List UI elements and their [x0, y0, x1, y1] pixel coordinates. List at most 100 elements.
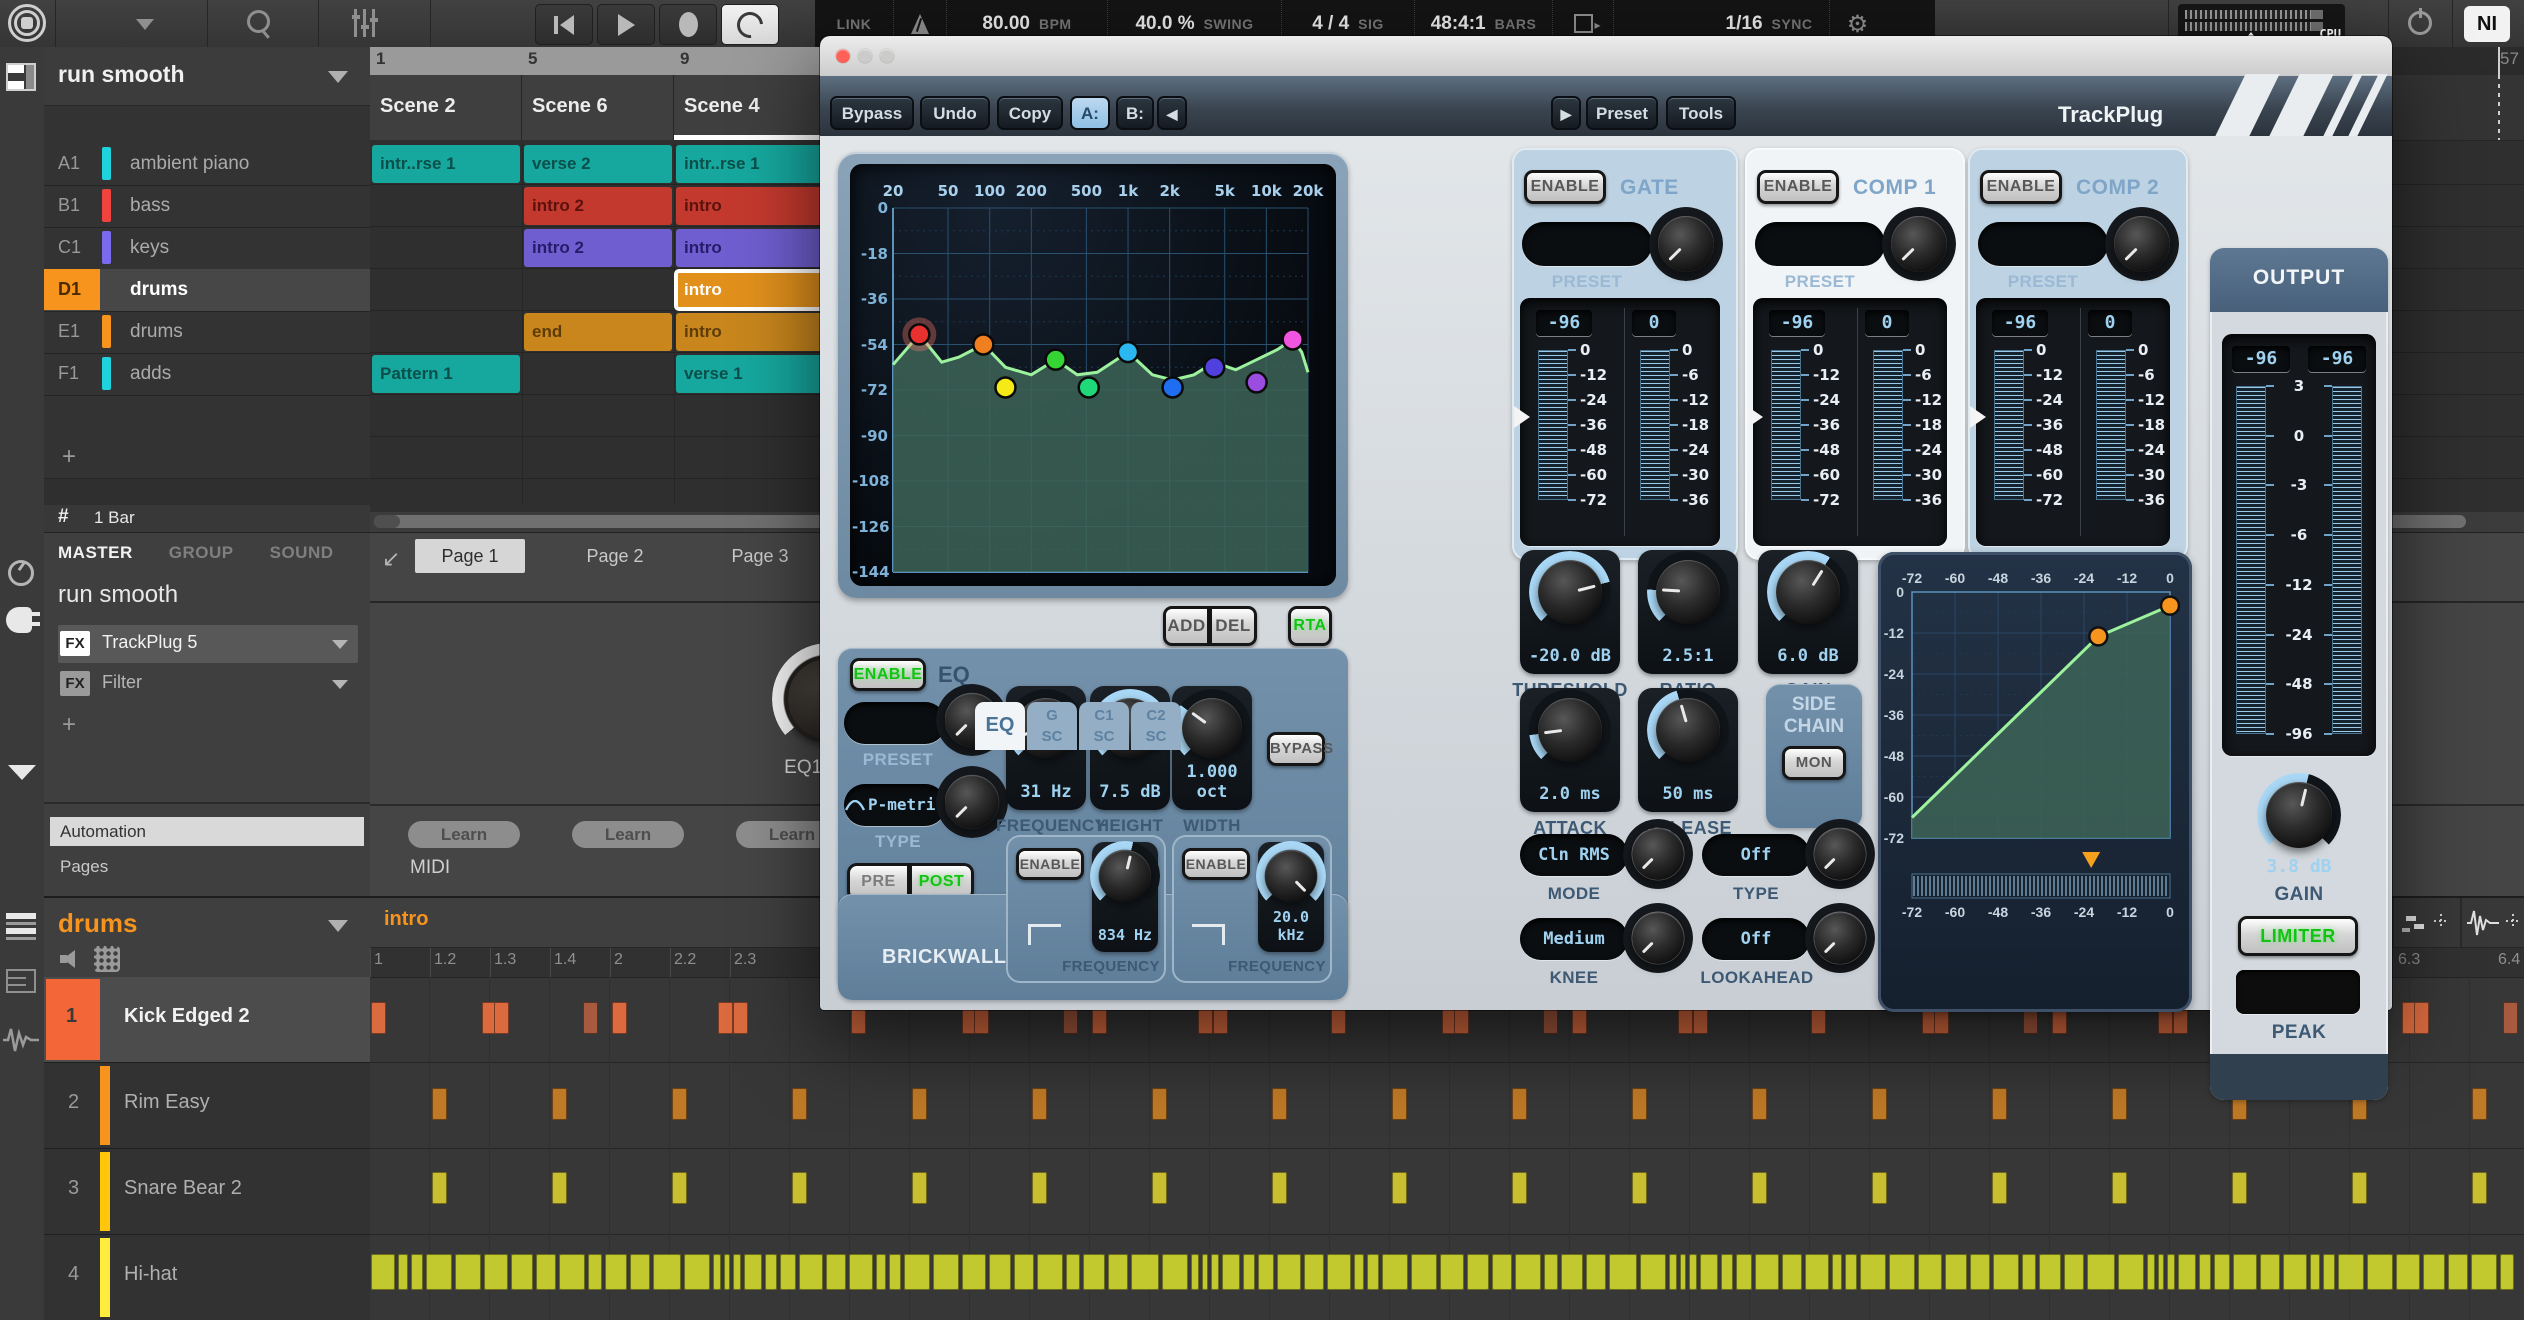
hihat-note[interactable]	[1211, 1254, 1219, 1290]
hihat-note[interactable]	[733, 1254, 741, 1290]
mode-knob[interactable]	[1632, 828, 1684, 880]
lp-frequency-knob[interactable]	[1265, 850, 1317, 902]
page-tab[interactable]: Page 3	[705, 539, 815, 573]
eq-tab-gsc[interactable]: G SC	[1027, 702, 1077, 750]
sidechain-mon-button[interactable]: MON	[1782, 746, 1846, 780]
comp1-enable-button[interactable]: ENABLE	[1757, 170, 1839, 204]
threshold-slider-arrow[interactable]	[1970, 406, 1986, 428]
channel-list-item-pages[interactable]: Pages	[50, 852, 364, 881]
comp2-enable-button[interactable]: ENABLE	[1980, 170, 2062, 204]
maschine-logo-icon[interactable]	[8, 4, 46, 42]
rim-note[interactable]	[1512, 1088, 1527, 1120]
hihat-note[interactable]	[1367, 1254, 1379, 1290]
snare-note[interactable]	[1872, 1172, 1887, 1204]
hihat-note[interactable]	[1191, 1254, 1199, 1290]
rim-note[interactable]	[1872, 1088, 1887, 1120]
hihat-note[interactable]	[484, 1254, 508, 1290]
pattern-cell[interactable]: intr..rse 1	[676, 145, 824, 183]
scene-header[interactable]: Scene 2	[370, 75, 522, 140]
snare-note[interactable]	[792, 1172, 807, 1204]
hihat-note[interactable]	[426, 1254, 452, 1290]
pattern-cell[interactable]: intro	[676, 271, 824, 309]
comp-graph[interactable]: -72-72-60-60-48-48-36-36-24-24-12-12000-…	[1890, 564, 2180, 1000]
plugin-titlebar[interactable]	[820, 36, 2392, 76]
pattern-cell[interactable]: intro 2	[524, 187, 672, 225]
hihat-note[interactable]	[876, 1254, 886, 1290]
hihat-note[interactable]	[1970, 1254, 1990, 1290]
hihat-note[interactable]	[1354, 1254, 1364, 1290]
hihat-note[interactable]	[1586, 1254, 1606, 1290]
hihat-note[interactable]	[2064, 1254, 2084, 1290]
hihat-note[interactable]	[1382, 1254, 1408, 1290]
preset-menu-button[interactable]: Preset	[1586, 96, 1658, 130]
list-view-icon[interactable]	[6, 913, 36, 939]
lp-enable-button[interactable]: ENABLE	[1182, 848, 1250, 880]
snare-note[interactable]	[1152, 1172, 1167, 1204]
hihat-note[interactable]	[1202, 1254, 1208, 1290]
zoom-window-button[interactable]	[880, 49, 894, 63]
kick-note[interactable]	[733, 1002, 748, 1034]
track-row[interactable]: F1adds	[44, 353, 370, 396]
hihat-note[interactable]	[765, 1254, 777, 1290]
snare-note[interactable]	[912, 1172, 927, 1204]
pattern-cell[interactable]: intro	[676, 187, 824, 225]
hihat-note[interactable]	[2500, 1254, 2514, 1290]
hihat-note[interactable]	[1700, 1254, 1718, 1290]
hihat-note[interactable]	[2214, 1254, 2230, 1290]
hihat-note[interactable]	[780, 1254, 796, 1290]
hihat-note[interactable]	[1945, 1254, 1967, 1290]
kick-note[interactable]	[2414, 1002, 2429, 1034]
snare-note[interactable]	[1272, 1172, 1287, 1204]
snare-note[interactable]	[1992, 1172, 2007, 1204]
hihat-note[interactable]	[724, 1254, 730, 1290]
hihat-note[interactable]	[1805, 1254, 1829, 1290]
snare-note[interactable]	[1512, 1172, 1527, 1204]
pad-row[interactable]: 2Rim Easy	[44, 1063, 370, 1149]
gain-knob[interactable]: 6.0 dB	[1758, 550, 1858, 674]
eq-bypass-button[interactable]: BYPASS	[1267, 732, 1325, 766]
lookahead-knob[interactable]	[1814, 912, 1866, 964]
kick-note[interactable]	[494, 1002, 509, 1034]
hihat-note[interactable]	[1993, 1254, 2019, 1290]
hihat-note[interactable]	[1721, 1254, 1733, 1290]
track-row[interactable]: C1keys	[44, 227, 370, 270]
hihat-note[interactable]	[559, 1254, 585, 1290]
hihat-note[interactable]	[455, 1254, 481, 1290]
hihat-note[interactable]	[1014, 1254, 1034, 1290]
hihat-note[interactable]	[2338, 1254, 2364, 1290]
fx-slot[interactable]: FXFilter	[58, 665, 358, 703]
snare-note[interactable]	[672, 1172, 687, 1204]
scene-header[interactable]: Scene 6	[522, 75, 674, 140]
snare-note[interactable]	[2232, 1172, 2247, 1204]
eq-tab-c1sc[interactable]: C1 SC	[1079, 702, 1129, 750]
hihat-note[interactable]	[849, 1254, 873, 1290]
track-row[interactable]: A1ambient piano	[44, 143, 370, 186]
pattern-cell[interactable]: verse 1	[676, 355, 824, 393]
step-view-cell[interactable]	[2392, 898, 2460, 947]
copy-button[interactable]: Copy	[997, 96, 1063, 130]
hihat-note[interactable]	[398, 1254, 408, 1290]
pattern-cell[interactable]: intro	[676, 229, 824, 267]
hihat-note[interactable]	[536, 1254, 556, 1290]
rta-button[interactable]: RTA	[1288, 606, 1332, 646]
pattern-cell[interactable]: Pattern 1	[372, 355, 520, 393]
rim-note[interactable]	[1752, 1088, 1767, 1120]
hihat-note[interactable]	[2147, 1254, 2155, 1290]
hihat-note[interactable]	[684, 1254, 710, 1290]
eq-graph[interactable]: 20501002005001k2k5k10k20k0-18-36-54-72-9…	[850, 164, 1336, 586]
preset-a-button[interactable]: A:	[1070, 96, 1110, 130]
page-tab[interactable]: Page 2	[560, 539, 670, 573]
hihat-note[interactable]	[1689, 1254, 1697, 1290]
hihat-note[interactable]	[1083, 1254, 1105, 1290]
type-display[interactable]: Off	[1702, 834, 1810, 876]
hihat-note[interactable]	[2233, 1254, 2257, 1290]
hihat-note[interactable]	[2022, 1254, 2036, 1290]
strip-preset-knob[interactable]	[1891, 216, 1947, 272]
pad-row[interactable]: 3Snare Bear 2	[44, 1149, 370, 1235]
pattern-cell[interactable]: intro	[676, 313, 824, 351]
grid-setting[interactable]: 1 Bar	[94, 508, 135, 528]
learn-button[interactable]: Learn	[572, 821, 684, 848]
rim-note[interactable]	[2472, 1088, 2487, 1120]
tools-menu-button[interactable]: Tools	[1666, 96, 1736, 130]
hihat-note[interactable]	[2199, 1254, 2211, 1290]
